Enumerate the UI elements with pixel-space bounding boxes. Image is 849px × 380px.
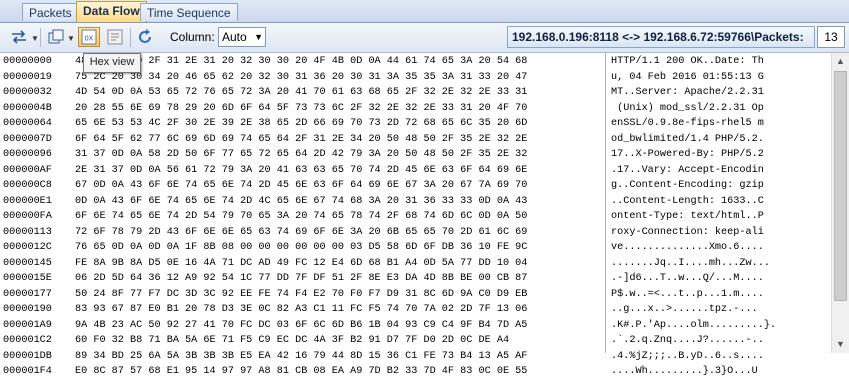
offset-row: 00000032 — [3, 87, 52, 98]
offset-row: 00000145 — [3, 257, 52, 269]
tab-packets[interactable]: Packets — [22, 3, 79, 21]
ascii-row: (Unix) mod_ssl/2.2.31 Op — [611, 102, 764, 114]
offset-row: 000000AF — [3, 164, 52, 176]
ascii-row: .4.%jZ;;;..B.yD..6..s.... — [611, 350, 764, 362]
column-select-value: Auto — [222, 30, 247, 44]
tab-bar: Packets Data Flow Time Sequence — [0, 0, 849, 23]
hex-row: E0 8C 87 57 68 E1 95 14 97 97 A8 81 CB 0… — [75, 366, 528, 377]
tab-data-flow[interactable]: Data Flow — [76, 1, 147, 22]
hex-row: 75 2C 20 30 34 20 46 65 62 20 32 30 31 3… — [75, 71, 528, 83]
hex-dump-panel[interactable]: 00000000 00000019 00000032 0000004B 0000… — [0, 53, 849, 377]
offset-row: 00000113 — [3, 226, 52, 238]
hex-row: 60 F0 32 B8 71 BA 5A 6E 71 F5 C9 EC DC 4… — [75, 335, 510, 346]
packet-count-field[interactable]: 13 — [817, 26, 845, 48]
offset-row: 0000012C — [3, 242, 52, 253]
toolbar-separator — [40, 28, 41, 47]
swap-direction-icon — [12, 30, 26, 44]
tab-time-sequence[interactable]: Time Sequence — [140, 3, 238, 21]
column-divider — [605, 53, 606, 353]
offset-row: 000000FA — [3, 211, 52, 222]
svg-text:0X: 0X — [85, 36, 94, 43]
offset-row: 000001A9 — [3, 319, 52, 331]
hex-row: 6F 64 5F 62 77 6C 69 6D 69 74 65 64 2F 3… — [75, 133, 528, 145]
copy-dropdown-arrow-icon[interactable]: ▼ — [67, 34, 75, 43]
offset-row: 0000007D — [3, 133, 52, 145]
ascii-row: roxy-Connection: keep-ali — [611, 226, 764, 238]
toolbar: ▼ ▼ 0X ▼ Column: Auto ▼ 192.168.0.196:81… — [0, 23, 849, 53]
offset-row: 00000000 — [3, 56, 52, 67]
offset-row: 000001C2 — [3, 335, 52, 346]
column-label: Column: — [170, 30, 215, 44]
swap-direction-button[interactable] — [8, 27, 30, 47]
hex-row: 6F 6E 74 65 6E 74 2D 54 79 70 65 3A 20 7… — [75, 211, 528, 222]
scroll-down-icon[interactable]: ▼ — [832, 336, 849, 353]
ascii-row: 17..X-Powered-By: PHP/5.2 — [611, 149, 764, 160]
text-view-icon — [107, 29, 123, 45]
hex-view-tooltip: Hex view — [83, 53, 141, 73]
ascii-row: u, 04 Feb 2016 01:55:13 G — [611, 71, 764, 83]
offset-row: 00000190 — [3, 304, 52, 315]
ascii-row: ..g...x..>......tpz.-... — [611, 304, 758, 315]
hex-row: FE 8A 9B 8A D5 0E 16 4A 71 DC AD 49 FC 1… — [75, 257, 528, 269]
ascii-row: .`.2.q.Znq....J?......-.. — [611, 335, 764, 346]
ascii-row: .-]d6...T..w...Q/...M.... — [611, 273, 764, 284]
ascii-row: .......Jq..I....mh...Zw... — [611, 257, 770, 269]
refresh-button[interactable] — [134, 27, 156, 47]
hex-row: 06 2D 5D 64 36 12 A9 92 54 1C 77 DD 7F D… — [75, 273, 528, 284]
ascii-row: enSSL/0.9.8e-fips-rhel5 m — [611, 118, 764, 129]
ascii-row: .K#.P.'Ap....olm.........}. — [611, 319, 777, 331]
ascii-row: MT..Server: Apache/2.2.31 — [611, 87, 764, 98]
hex-row: 76 65 0D 0A 0D 0A 1F 8B 08 00 00 00 00 0… — [75, 242, 528, 253]
ascii-row: ontent-Type: text/html..P — [611, 211, 764, 222]
offset-row: 00000064 — [3, 118, 52, 129]
hex-row: 48 54 54 50 2F 31 2E 31 20 32 30 30 20 4… — [75, 56, 528, 67]
swap-dropdown-arrow-icon[interactable]: ▼ — [31, 34, 39, 43]
ascii-row: ..Content-Length: 1633..C — [611, 195, 764, 207]
connection-label: 192.168.0.196:8118 <-> 192.168.6.72:5976… — [507, 26, 815, 48]
ascii-row: .17..Vary: Accept-Encodin — [611, 164, 764, 176]
hex-row: 83 93 67 87 E0 B1 20 78 D3 3E 0C 82 A3 C… — [75, 304, 528, 315]
scrollbar-thumb[interactable] — [834, 71, 847, 301]
ascii-row: od_bwlimited/1.4 PHP/5.2. — [611, 133, 764, 145]
scroll-up-icon[interactable]: ▲ — [832, 53, 849, 70]
hex-row: 67 0D 0A 43 6F 6E 74 65 6E 74 2D 45 6E 6… — [75, 180, 528, 191]
offset-row: 000001F4 — [3, 366, 52, 377]
ascii-row: ....Wh.........}.3}O...U — [611, 366, 758, 377]
offset-row: 00000096 — [3, 149, 52, 160]
copy-button[interactable] — [45, 27, 67, 47]
hex-bytes-column[interactable]: 48 54 54 50 2F 31 2E 31 20 32 30 30 20 4… — [75, 54, 527, 380]
ascii-row: P$.w..=<...t..p...1.m.... — [611, 288, 764, 300]
text-view-button[interactable] — [104, 27, 126, 47]
offset-row: 0000004B — [3, 102, 52, 114]
hex-view-icon: 0X — [81, 29, 97, 45]
column-select[interactable]: Auto ▼ — [218, 27, 266, 47]
hex-row: 4D 54 0D 0A 53 65 72 76 65 72 3A 20 41 7… — [75, 87, 528, 98]
ascii-row: ve..............Xmo.6.... — [611, 242, 764, 253]
hex-row: 72 6F 78 79 2D 43 6F 6E 6E 65 63 74 69 6… — [75, 226, 528, 238]
hex-row: 20 28 55 6E 69 78 29 20 6D 6F 64 5F 73 7… — [75, 102, 528, 114]
ascii-row: HTTP/1.1 200 OK..Date: Th — [611, 56, 764, 67]
hex-row: 2E 31 37 0D 0A 56 61 72 79 3A 20 41 63 6… — [75, 164, 528, 176]
hex-view-button[interactable]: 0X — [78, 27, 100, 47]
hex-row: 0D 0A 43 6F 6E 74 65 6E 74 2D 4C 65 6E 6… — [75, 195, 528, 207]
refresh-icon — [139, 29, 151, 43]
offset-row: 000001DB — [3, 350, 52, 362]
hex-row: 65 6E 53 53 4C 2F 30 2E 39 2E 38 65 2D 6… — [75, 118, 528, 129]
offset-row: 000000E1 — [3, 195, 52, 207]
offset-column: 00000000 00000019 00000032 0000004B 0000… — [3, 54, 52, 380]
hex-row: 89 34 BD 25 6A 5A 3B 3B 3B E5 EA 42 16 7… — [75, 350, 528, 362]
hex-row: 31 37 0D 0A 58 2D 50 6F 77 65 72 65 64 2… — [75, 149, 528, 160]
hex-row: 50 24 8F 77 F7 DC 3D 3C 92 EE FE 74 F4 E… — [75, 288, 528, 300]
offset-row: 000000C8 — [3, 180, 52, 191]
ascii-row: g..Content-Encoding: gzip — [611, 180, 764, 191]
vertical-scrollbar[interactable]: ▲ ▼ — [831, 53, 849, 353]
hex-row: 9A 4B 23 AC 50 92 27 41 70 FC DC 03 6F 6… — [75, 319, 528, 331]
copy-icon — [48, 29, 64, 44]
offset-row: 00000019 — [3, 71, 52, 83]
toolbar-separator — [130, 28, 131, 47]
offset-row: 0000015E — [3, 273, 52, 284]
ascii-column[interactable]: HTTP/1.1 200 OK..Date: Th u, 04 Feb 2016… — [611, 54, 776, 380]
chevron-down-icon: ▼ — [254, 32, 263, 42]
offset-row: 00000177 — [3, 288, 52, 300]
